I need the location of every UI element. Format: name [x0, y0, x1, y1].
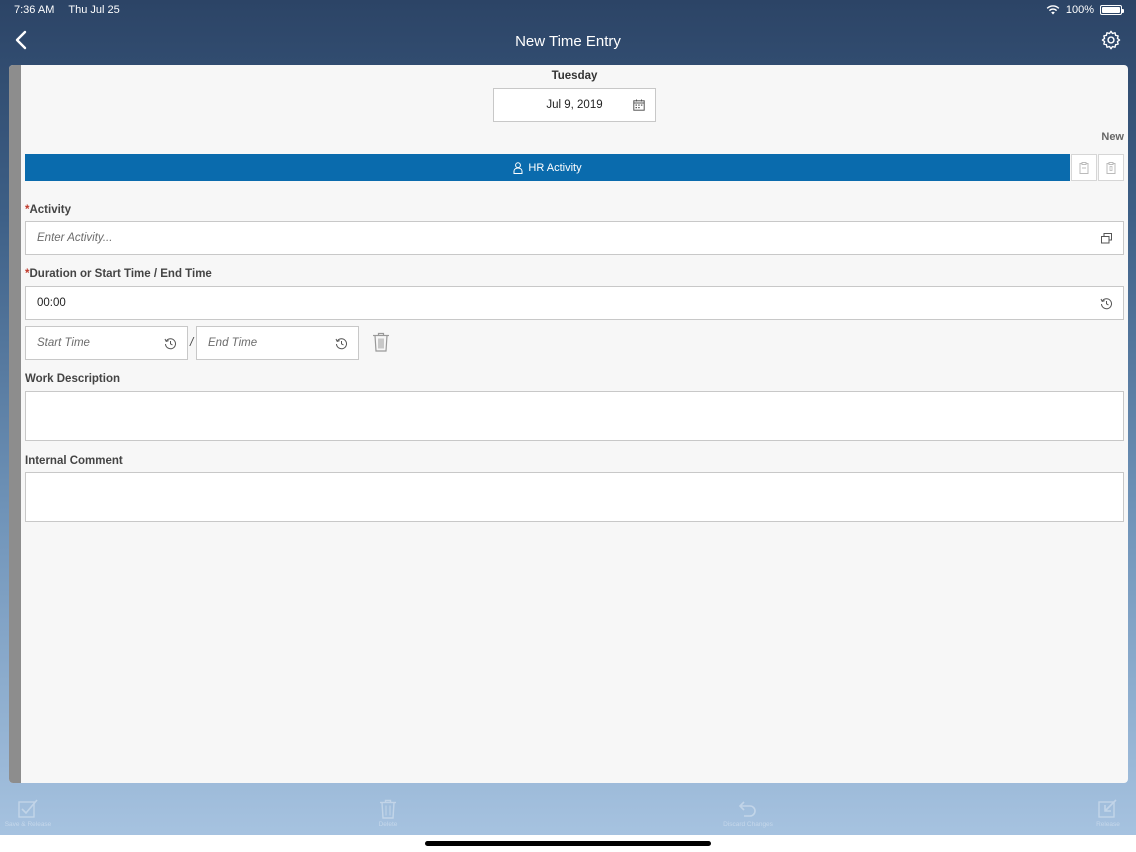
discard-changes-button[interactable]: Discard Changes [720, 799, 776, 828]
work-description-label: Work Description [25, 373, 120, 385]
person-icon [513, 161, 523, 174]
status-time: 7:36 AM [14, 4, 55, 16]
duration-label: *Duration or Start Time / End Time [25, 268, 212, 280]
discard-changes-label: Discard Changes [723, 821, 773, 828]
activity-placeholder: Enter Activity... [37, 232, 113, 244]
history-icon[interactable] [164, 337, 177, 350]
battery-fill [1102, 7, 1120, 13]
duration-label-text: Duration or Start Time / End Time [29, 268, 212, 280]
form-content: Tuesday Jul 9, 2019 New HR Activity *Act… [25, 65, 1124, 783]
activity-input[interactable]: Enter Activity... [25, 221, 1124, 255]
date-picker[interactable]: Jul 9, 2019 [493, 88, 656, 122]
gear-icon[interactable] [1100, 29, 1122, 51]
battery-icon [1100, 5, 1124, 15]
weekday-label: Tuesday [551, 70, 598, 82]
end-time-placeholder: End Time [208, 337, 258, 349]
home-indicator[interactable] [425, 841, 711, 846]
work-description-textarea[interactable] [25, 391, 1124, 441]
time-separator: / [190, 335, 194, 349]
bottom-toolbar: Save & Release Delete Discard Changes Re… [0, 795, 1136, 835]
checkbox-icon [18, 799, 38, 818]
clipboard-icon [1079, 161, 1089, 174]
trash-icon[interactable] [372, 332, 390, 352]
tab-clipboard[interactable] [1071, 154, 1097, 181]
internal-comment-label: Internal Comment [25, 455, 123, 467]
wifi-icon [1046, 5, 1060, 15]
duration-input[interactable]: 00:00 [25, 286, 1124, 320]
delete-label: Delete [378, 821, 398, 828]
card-side-strip [9, 65, 21, 783]
document-icon [1106, 161, 1116, 174]
tab-label: HR Activity [528, 161, 582, 174]
trash-icon [380, 799, 396, 819]
undo-icon [738, 801, 756, 817]
value-help-icon[interactable] [1100, 232, 1113, 245]
chevron-left-icon[interactable] [10, 28, 34, 52]
history-icon[interactable] [335, 337, 348, 350]
release-label: Release [1096, 821, 1120, 828]
save-release-label: Save & Release [4, 821, 52, 828]
time-entry-card: Tuesday Jul 9, 2019 New HR Activity *Act… [9, 65, 1128, 783]
status-date: Thu Jul 25 [68, 4, 120, 16]
delete-button[interactable]: Delete [360, 799, 416, 828]
history-icon[interactable] [1100, 297, 1113, 310]
save-release-button[interactable]: Save & Release [0, 799, 56, 828]
start-time-placeholder: Start Time [37, 337, 90, 349]
release-button[interactable]: Release [1080, 799, 1136, 828]
date-value: Jul 9, 2019 [546, 99, 603, 111]
start-time-input[interactable]: Start Time [25, 326, 188, 360]
end-time-input[interactable]: End Time [196, 326, 359, 360]
activity-label-text: Activity [29, 204, 72, 216]
navigation-bar: New Time Entry [0, 20, 1136, 62]
duration-value: 00:00 [37, 297, 66, 309]
tab-hr-activity[interactable]: HR Activity [25, 154, 1070, 181]
calendar-icon [633, 99, 645, 111]
page-title: New Time Entry [515, 32, 621, 50]
battery-percent: 100% [1065, 4, 1094, 16]
internal-comment-textarea[interactable] [25, 472, 1124, 522]
status-bar: 7:36 AM Thu Jul 25 100% [0, 0, 1136, 20]
tab-bar: HR Activity [25, 154, 1124, 181]
activity-label: *Activity [25, 204, 71, 216]
tab-attachment[interactable] [1098, 154, 1124, 181]
release-icon [1098, 799, 1117, 818]
status-badge: New [1101, 131, 1124, 143]
